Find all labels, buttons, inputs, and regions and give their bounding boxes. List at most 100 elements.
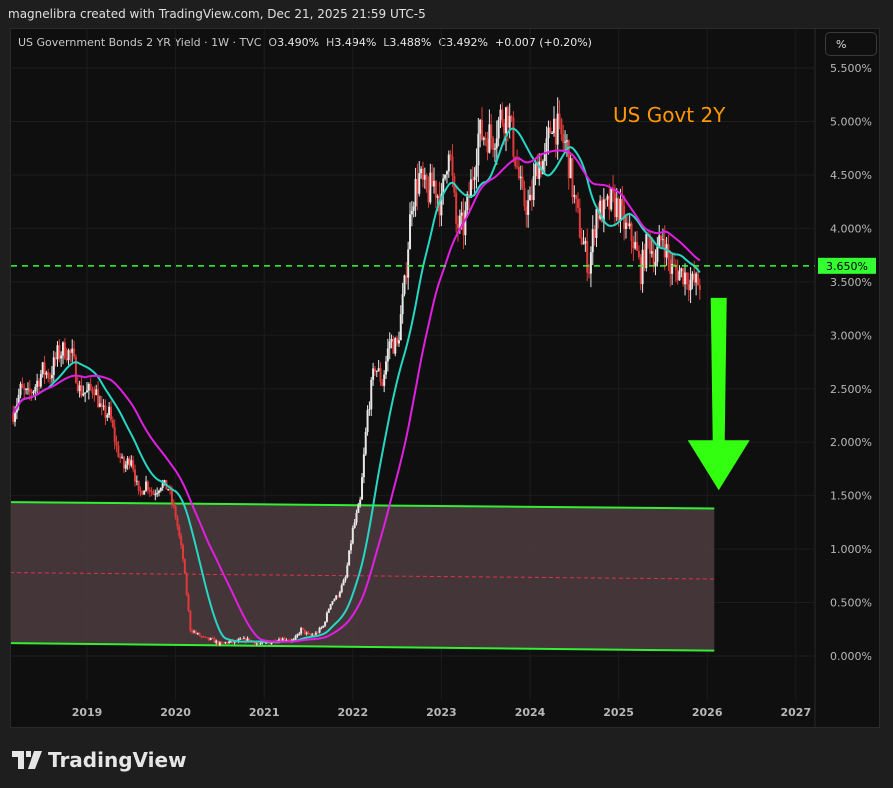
candle-body — [56, 345, 59, 360]
candle-body — [139, 490, 142, 492]
candle-body — [21, 383, 24, 388]
candle-body — [23, 387, 26, 390]
candle-body — [318, 627, 321, 633]
candle-body — [425, 174, 428, 191]
candle-body — [189, 610, 192, 631]
candle-body — [322, 625, 325, 628]
candle-body — [565, 140, 568, 142]
candle-body — [239, 638, 242, 640]
candle-body — [606, 195, 609, 200]
candle-body — [634, 242, 637, 249]
candle-body — [170, 490, 173, 503]
candle-body — [355, 512, 358, 523]
candle-body — [159, 487, 162, 491]
candle-body — [342, 580, 345, 586]
candle-body — [628, 223, 631, 227]
candle-body — [213, 638, 216, 643]
candle-body — [62, 342, 65, 356]
candle-body — [569, 158, 572, 179]
percent-scale-button[interactable]: % — [825, 32, 877, 56]
candle-body — [281, 638, 284, 641]
candle-body — [65, 358, 68, 361]
candle-body — [12, 413, 15, 422]
candle-body — [652, 251, 655, 267]
y-tick-label: 2.000% — [830, 436, 872, 449]
x-tick-label: 2025 — [603, 706, 634, 719]
candle-body — [595, 209, 598, 238]
candle-body — [316, 632, 319, 634]
candle-body — [580, 237, 583, 245]
candle-body — [338, 592, 341, 597]
candle-body — [259, 643, 262, 645]
candle-body — [63, 342, 66, 359]
candle-body — [416, 178, 419, 194]
candle-body — [433, 181, 436, 187]
candle-body — [678, 271, 681, 281]
candle-body — [135, 480, 138, 482]
candle-body — [311, 634, 314, 636]
candle-body — [549, 127, 552, 134]
candle-body — [91, 388, 94, 394]
candle-body — [307, 632, 310, 635]
candle-body — [626, 222, 629, 227]
candle-body — [320, 627, 323, 629]
candle-body — [403, 275, 406, 295]
candle-body — [534, 164, 537, 177]
candle-body — [490, 124, 493, 139]
tradingview-logo-icon — [12, 751, 42, 769]
candle-body — [296, 634, 299, 637]
level-price-label: 3.650% — [826, 260, 868, 273]
candle-body — [418, 173, 421, 194]
candle-body — [658, 235, 661, 247]
candle-body — [126, 458, 129, 465]
candle-body — [76, 382, 79, 392]
candle-body — [117, 445, 120, 457]
channel-fill — [11, 502, 715, 651]
candle-body — [102, 405, 105, 407]
candle-body — [109, 406, 112, 420]
candle-body — [370, 379, 373, 410]
candle-body — [124, 464, 127, 469]
candle-body — [97, 389, 100, 407]
candle-body — [14, 412, 17, 422]
candle-body — [429, 172, 432, 203]
candle-body — [265, 642, 268, 644]
candle-body — [564, 141, 567, 143]
y-tick-label: 2.500% — [830, 383, 872, 396]
candle-body — [372, 368, 375, 380]
candle-body — [427, 190, 430, 203]
candle-body — [361, 477, 364, 500]
candle-body — [137, 480, 140, 491]
candle-body — [82, 393, 85, 396]
candle-body — [222, 642, 225, 644]
candle-body — [624, 222, 627, 229]
candle-body — [241, 638, 244, 640]
candle-body — [145, 481, 148, 491]
candle-body — [567, 140, 570, 179]
candle-body — [202, 636, 205, 638]
candle-body — [301, 627, 304, 630]
candle-body — [43, 362, 46, 375]
candle-body — [447, 154, 450, 172]
candle-body — [172, 502, 175, 506]
candle-body — [71, 348, 74, 353]
candle-body — [181, 545, 184, 560]
candle-body — [200, 635, 203, 637]
candle-body — [255, 643, 258, 645]
candle-body — [132, 460, 135, 470]
y-tick-label: 5.500% — [830, 62, 872, 75]
candle-body — [383, 374, 386, 386]
candle-body — [359, 499, 362, 505]
candle-body — [523, 187, 526, 207]
candle-body — [217, 640, 220, 645]
candle-body — [176, 517, 179, 527]
candle-body — [431, 172, 434, 187]
candle-body — [547, 127, 550, 139]
candle-body — [340, 585, 343, 593]
candle-body — [527, 200, 530, 215]
candle-body — [392, 338, 395, 354]
candle-body — [405, 275, 408, 278]
candle-body — [215, 640, 218, 643]
candle-body — [32, 391, 35, 394]
candle-body — [615, 198, 618, 218]
